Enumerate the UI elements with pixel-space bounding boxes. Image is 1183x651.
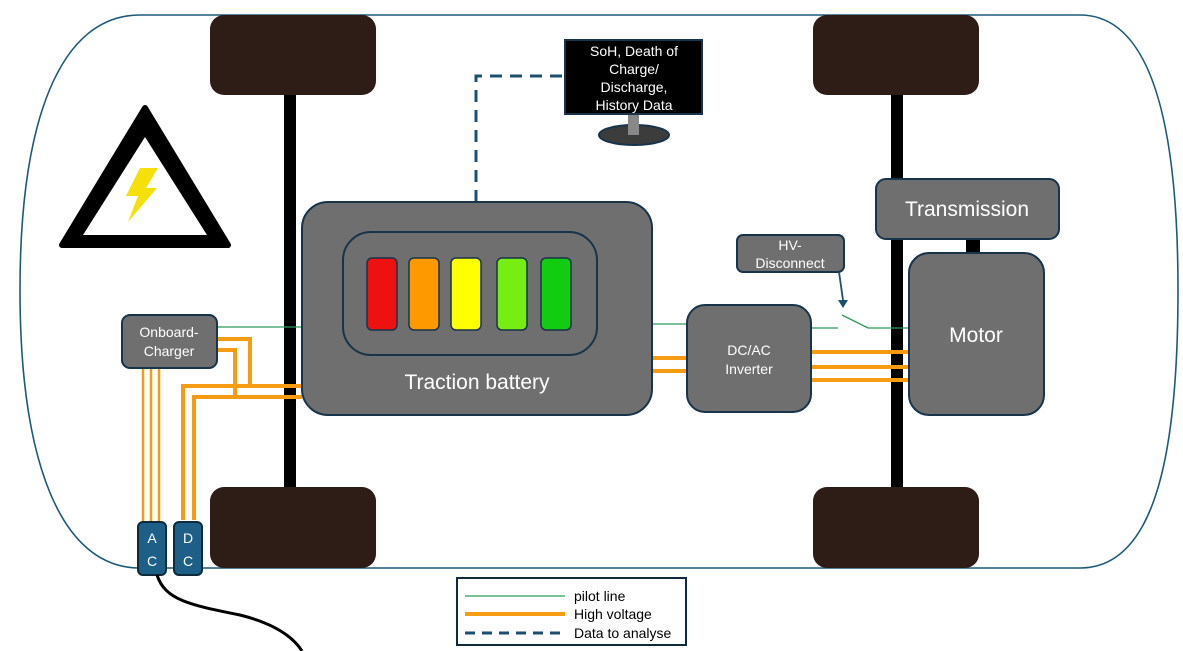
wheel-front-right [210,487,376,568]
high-voltage-warning-icon [59,105,231,248]
onboard-charger: Onboard-Charger [121,314,218,369]
legend-data: Data to analyse [574,625,671,641]
battery-cell-lightgreen [496,257,528,331]
legend: pilot line High voltage Data to analyse [456,577,687,646]
transmission: Transmission [875,178,1060,240]
battery-cell-orange [408,257,440,331]
battery-cell-green [540,257,572,331]
ev-diagram: SoH, Death of Charge/Discharge, History Da… [19,14,1179,651]
svg-text:Motor: Motor [949,324,1003,347]
monitor: SoH, Death of Charge/Discharge, History Da… [564,39,703,146]
dc-ac-inverter: DC/AC Inverter [686,304,812,413]
ac-port: AC [137,521,167,576]
legend-high-voltage: High voltage [574,606,652,622]
battery-label: Traction battery [404,371,550,394]
data-line [474,74,565,202]
hv-disconnect: HV-Disconnect [736,234,848,308]
battery-cell-yellow [450,257,482,331]
wheel-rear-left [813,15,979,95]
svg-text:Transmission: Transmission [905,198,1029,221]
traction-battery: Traction battery [301,201,653,416]
charging-cable [155,574,304,651]
wheel-front-left [210,15,376,95]
wheel-rear-right [813,487,979,568]
battery-cell-red [366,257,398,331]
legend-pilot: pilot line [574,588,626,604]
front-axle [284,85,296,495]
dc-port: DC [173,521,203,576]
rear-axle [891,85,903,495]
motor: Motor [908,252,1045,416]
transmission-shaft [966,238,980,254]
